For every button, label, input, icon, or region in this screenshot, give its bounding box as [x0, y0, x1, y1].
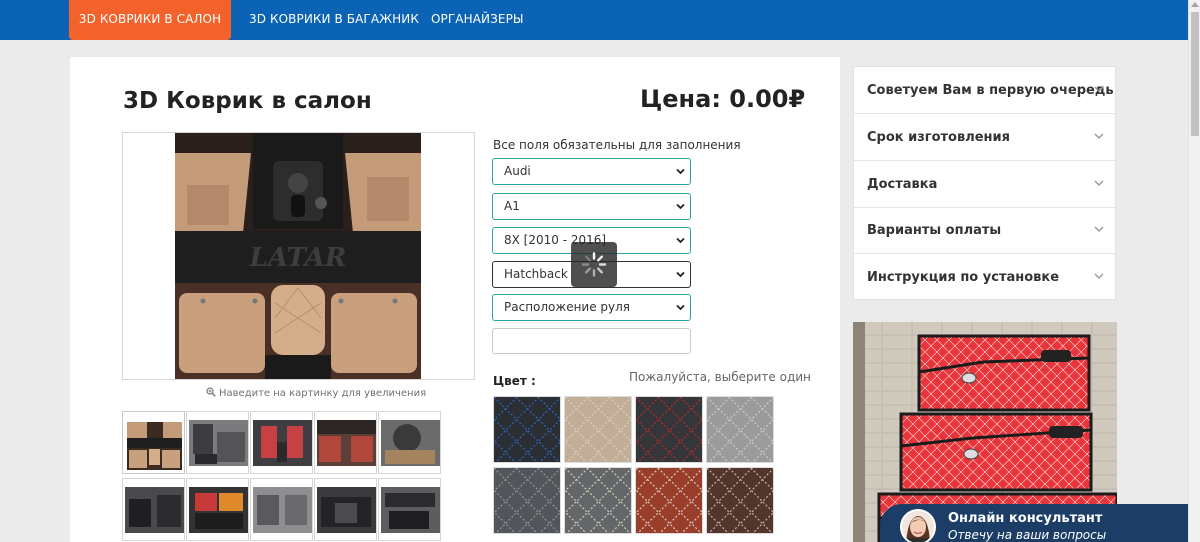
accordion-item-payment[interactable]: Варианты оплаты [854, 207, 1115, 254]
nav-item-organizers[interactable]: Органайзеры [431, 0, 524, 40]
accordion-item-label: Советуем Вам в первую очередь [867, 83, 1114, 98]
info-accordion: Советуем Вам в первую очередь Срок изгот… [853, 66, 1116, 300]
accordion-item-installation[interactable]: Инструкция по установке [854, 254, 1115, 301]
model-select-value: A1 [504, 199, 520, 213]
thumbnail-6[interactable] [122, 478, 185, 541]
chevron-down-icon [1094, 273, 1104, 280]
extra-text-input[interactable] [492, 328, 691, 354]
online-consultant-widget[interactable]: Онлайн консультант Отвечу на ваши вопрос… [880, 504, 1188, 542]
thumbnail-2[interactable] [186, 411, 249, 474]
thumbnail-8[interactable] [250, 478, 313, 541]
thumbnail-4[interactable] [314, 411, 377, 474]
brand-select[interactable]: Audi [492, 158, 691, 185]
steering-position-select[interactable]: Расположение руля [492, 294, 691, 321]
thumbnail-10[interactable] [378, 478, 441, 541]
scroll-up-arrow-icon[interactable] [1191, 2, 1199, 7]
brand-select-value: Audi [504, 164, 531, 178]
magnifier-icon [206, 387, 216, 397]
thumbnail-3[interactable] [250, 411, 313, 474]
chevron-down-icon [1094, 226, 1104, 233]
loading-spinner-icon [571, 242, 617, 287]
chevron-down-icon [1094, 86, 1104, 93]
thumbnail-7[interactable] [186, 478, 249, 541]
body-type-select-value: Hatchback [504, 267, 568, 281]
nav-item-salon-mats[interactable]: 3D коврики в салон [69, 0, 231, 40]
color-swatch-black-blue-stitch[interactable] [493, 396, 561, 463]
car-mat-photo: LATAR [123, 133, 474, 379]
thumbnail-5[interactable] [378, 411, 441, 474]
thumbnail-1[interactable] [122, 411, 185, 474]
main-product-image[interactable]: LATAR [122, 132, 475, 380]
chat-title: Онлайн консультант [948, 511, 1103, 526]
ruble-sign: ₽ [788, 85, 806, 113]
page-scrollbar[interactable] [1188, 0, 1200, 542]
nav-item-trunk-mats[interactable]: 3D коврики в багажник [249, 0, 419, 40]
accordion-item-label: Срок изготовления [867, 130, 1010, 145]
chevron-down-icon [1094, 133, 1104, 140]
accordion-item-production-time[interactable]: Срок изготовления [854, 114, 1115, 161]
color-swatch-black-red-stitch[interactable] [635, 396, 703, 463]
price-value: Цена: 0.00 [640, 85, 789, 113]
chevron-down-icon [676, 237, 685, 244]
consultant-avatar [900, 509, 936, 542]
accordion-item-label: Варианты оплаты [867, 223, 1002, 238]
zoom-hint: Наведите на картинку для увеличения [206, 387, 426, 399]
accordion-item-label: Инструкция по установке [867, 270, 1060, 285]
product-card: 3D Коврик в салон Цена: 0.00₽ LATAR Наве… [70, 57, 840, 542]
svg-text:LATAR: LATAR [249, 243, 347, 273]
color-swatch-grey[interactable] [706, 396, 774, 463]
accordion-item-label: Доставка [867, 177, 938, 192]
zoom-hint-text: Наведите на картинку для увеличения [219, 388, 427, 399]
top-navigation: 3D коврики в салон 3D коврики в багажник… [0, 0, 1188, 40]
color-swatch-grey-beige-stitch[interactable] [564, 467, 632, 534]
scroll-thumb[interactable] [1191, 12, 1199, 136]
color-swatch-beige[interactable] [564, 396, 632, 463]
chevron-down-icon [676, 203, 685, 210]
chevron-down-icon [1094, 180, 1104, 187]
accordion-item-delivery[interactable]: Доставка [854, 161, 1115, 208]
color-swatch-terracotta[interactable] [635, 467, 703, 534]
color-swatch-brown[interactable] [706, 467, 774, 534]
steering-select-value: Расположение руля [504, 300, 631, 314]
thumbnail-9[interactable] [314, 478, 377, 541]
model-select[interactable]: A1 [492, 193, 691, 220]
color-label: Цвет : [493, 374, 536, 388]
color-hint: Пожалуйста, выберите один [629, 370, 811, 384]
chevron-down-icon [676, 168, 685, 175]
color-swatch-dark-grey[interactable] [493, 467, 561, 534]
chevron-down-icon [676, 304, 685, 311]
chat-subtitle: Отвечу на ваши вопросы [948, 528, 1107, 542]
accordion-item-recommended[interactable]: Советуем Вам в первую очередь [854, 67, 1115, 114]
required-fields-note: Все поля обязательны для заполнения [493, 138, 741, 152]
product-price: Цена: 0.00₽ [640, 85, 805, 113]
chevron-down-icon [676, 271, 685, 278]
product-title: 3D Коврик в салон [123, 88, 372, 114]
